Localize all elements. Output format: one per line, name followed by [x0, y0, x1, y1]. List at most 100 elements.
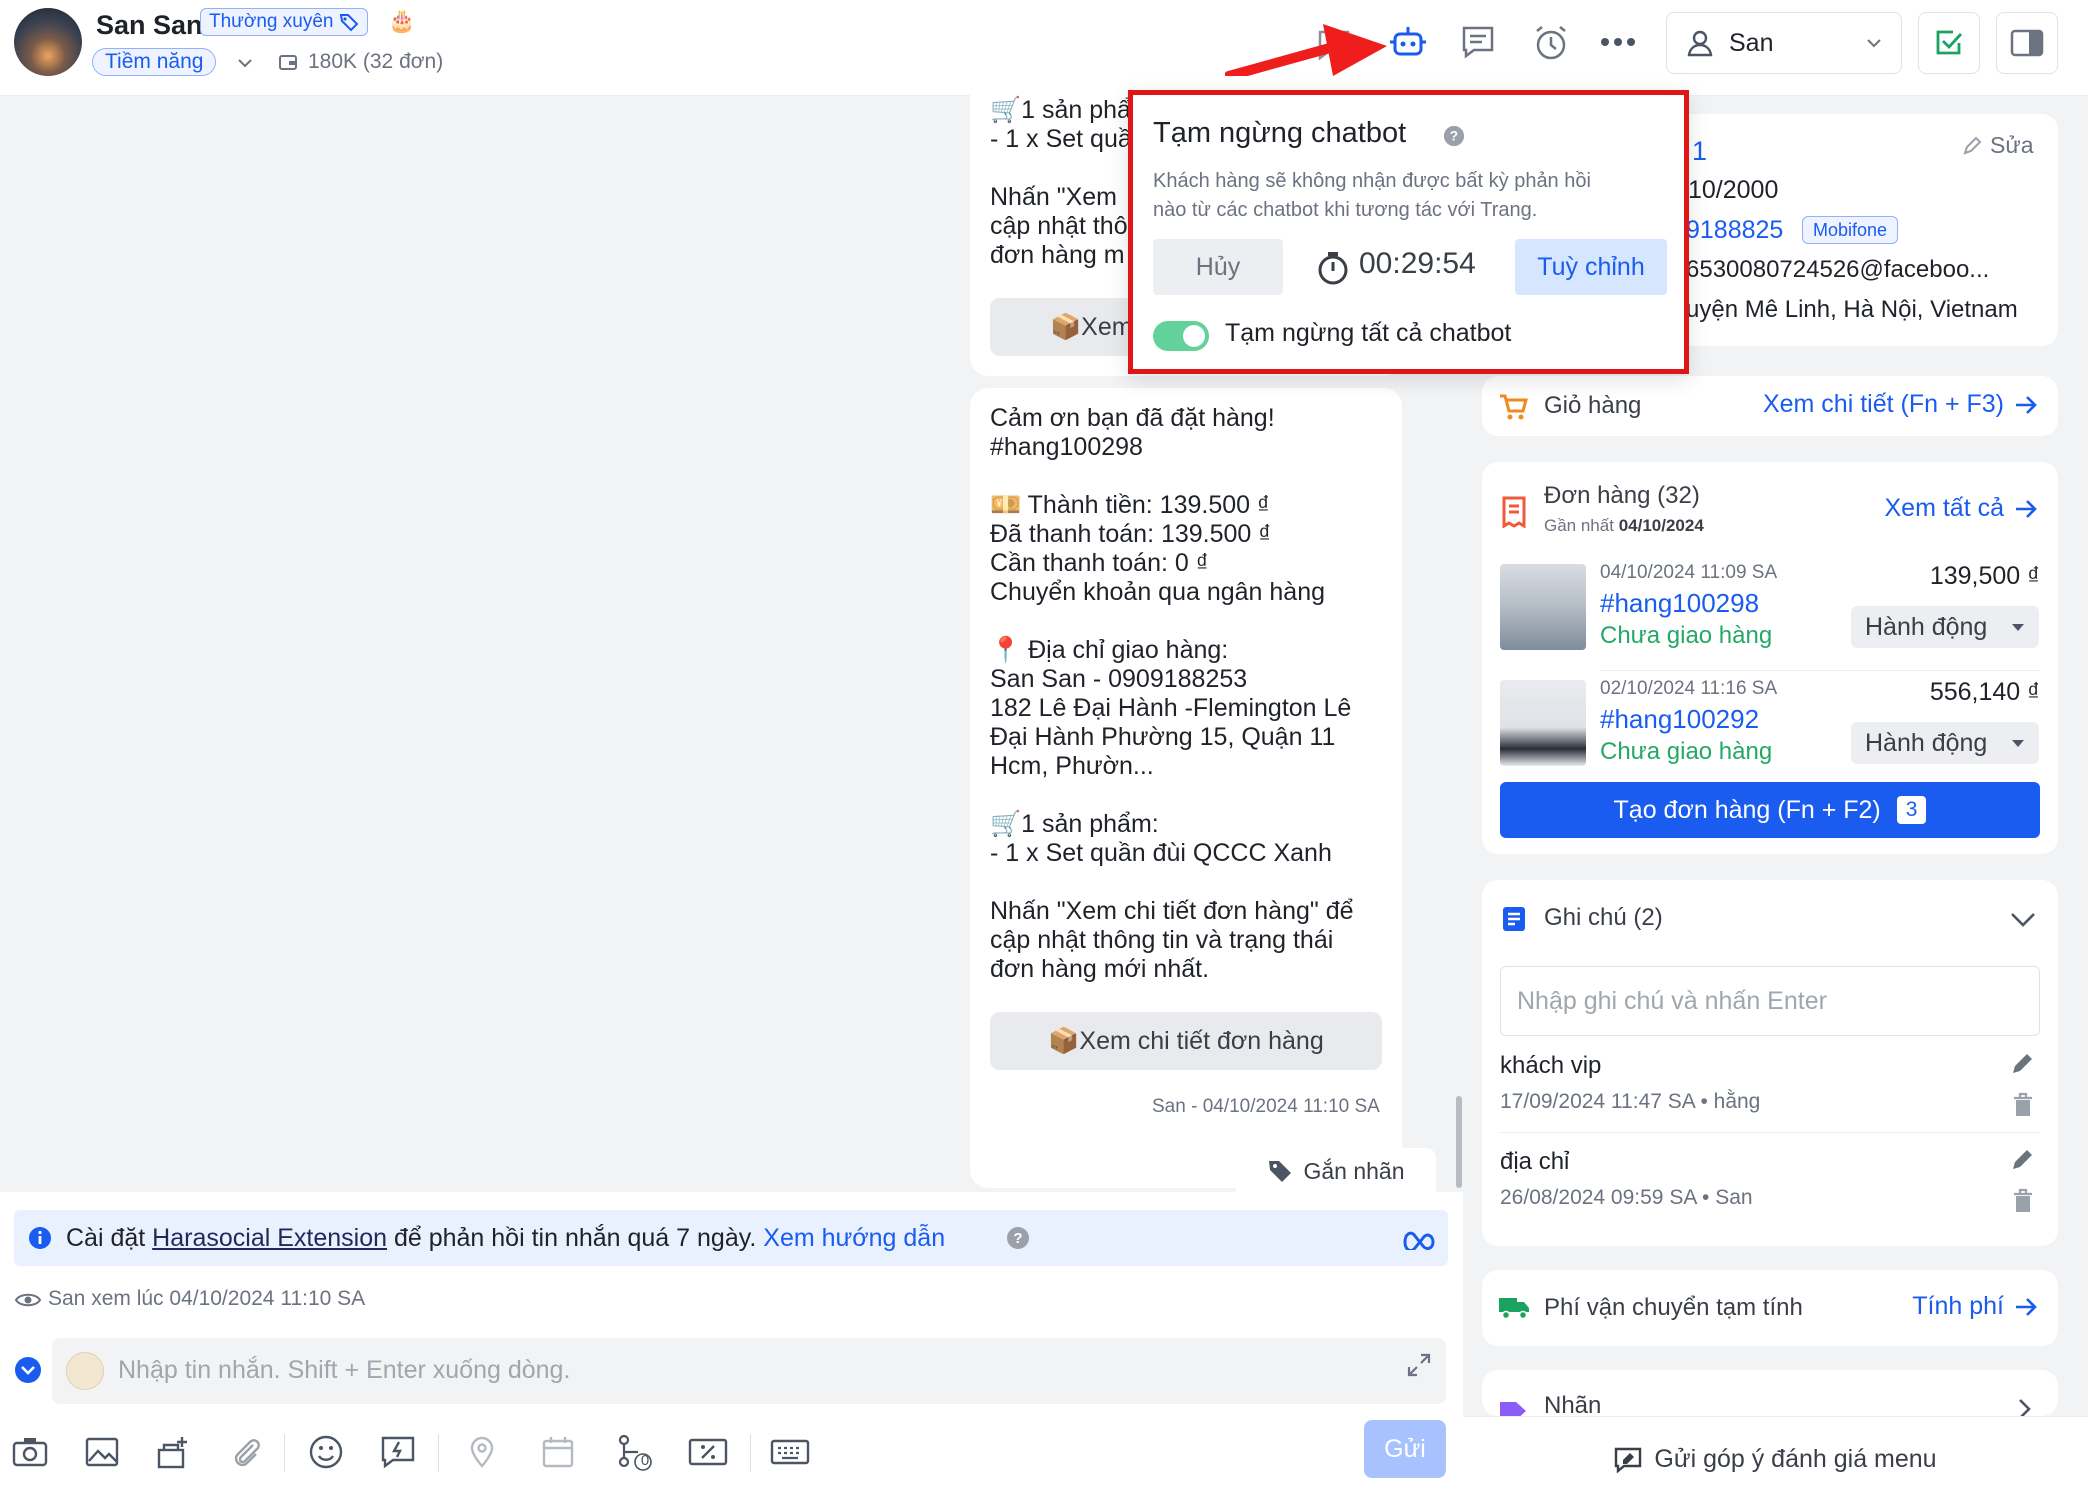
notes-title: Ghi chú (2) [1544, 904, 1663, 931]
cancel-pause-button[interactable]: Hủy [1153, 239, 1283, 295]
trash-icon[interactable] [2012, 1092, 2034, 1118]
view-all-orders-link[interactable]: Xem tất cả [1885, 494, 2039, 523]
potential-tag[interactable]: Tiềm năng [92, 48, 217, 76]
tag-icon [1269, 1161, 1292, 1182]
arrow-right-icon [2016, 499, 2037, 518]
chevron-down-icon[interactable] [2010, 910, 2036, 928]
order-thumbnail [1500, 680, 1586, 766]
note-icon [1503, 907, 1525, 931]
chat-scrollbar[interactable] [1456, 1096, 1462, 1188]
customer-stats: 180K (32 đơn) [308, 50, 444, 73]
customize-button[interactable]: Tuỳ chỉnh [1515, 239, 1667, 295]
pause-chatbot-popup: Tạm ngừng chatbot ? Khách hàng sẽ không … [1128, 90, 1689, 374]
calculate-fee-link[interactable]: Tính phí [1912, 1292, 2038, 1321]
extension-link[interactable]: Harasocial Extension [152, 1224, 387, 1252]
customer-phone[interactable]: 9188825 [1686, 216, 1783, 245]
add-label-button[interactable]: Gắn nhãn [1236, 1148, 1436, 1194]
image-icon[interactable] [82, 1432, 122, 1472]
toggle-panel-button[interactable] [1996, 12, 2058, 74]
money-icon: 💴 [990, 491, 1022, 519]
order-action-label: Hành động [1865, 728, 1988, 757]
create-order-button[interactable]: Tạo đơn hàng (Fn + F2) 3 [1500, 782, 2040, 838]
chevron-down-icon[interactable] [236, 54, 254, 72]
meta-logo-icon [1403, 1231, 1435, 1250]
keyboard-icon[interactable] [770, 1432, 810, 1472]
emoji-icon[interactable] [306, 1432, 346, 1472]
order-status: Chưa giao hàng [1600, 738, 1773, 765]
feedback-button[interactable]: Gửi góp ý đánh giá menu [1463, 1416, 2088, 1502]
product-icon[interactable] [154, 1432, 194, 1472]
order-action-dropdown[interactable]: Hành động [1851, 606, 2039, 648]
note-input[interactable]: Nhập ghi chú và nhấn Enter [1500, 966, 2040, 1036]
user-icon [1687, 30, 1713, 57]
message-placeholder: Nhập tin nhắn. Shift + Enter xuống dòng. [118, 1356, 571, 1384]
pencil-icon[interactable] [2010, 1148, 2034, 1172]
notes-card: Ghi chú (2) Nhập ghi chú và nhấn Enter k… [1482, 880, 2058, 1246]
help-icon[interactable]: ? [1443, 125, 1465, 147]
chatbot-icon[interactable] [1388, 22, 1428, 62]
send-button[interactable]: Gửi [1364, 1420, 1446, 1478]
guide-link[interactable]: Xem hướng dẫn [763, 1224, 945, 1252]
receipt-icon [1502, 496, 1526, 528]
order-code[interactable]: #hang100298 [1600, 588, 1759, 619]
edit-customer-button[interactable]: Sửa [1962, 132, 2034, 159]
pencil-icon[interactable] [2010, 1052, 2034, 1076]
chevron-down-icon [1867, 39, 1881, 48]
order-time: 02/10/2024 11:16 SA [1600, 678, 1778, 699]
trash-icon[interactable] [2012, 1188, 2034, 1214]
cart-detail-link[interactable]: Xem chi tiết (Fn + F3) [1763, 390, 2038, 419]
camera-icon[interactable] [10, 1432, 50, 1472]
order-thumbnail [1500, 564, 1586, 650]
expand-icon[interactable] [1406, 1352, 1432, 1378]
calendar-icon[interactable] [538, 1432, 578, 1472]
message-meta: San - 04/10/2024 11:10 SA [1152, 1096, 1380, 1117]
birthday-cake-icon: 🎂 [388, 8, 416, 33]
paperclip-icon[interactable] [226, 1432, 266, 1472]
feedback-label: Gửi góp ý đánh giá menu [1654, 1445, 1937, 1473]
location-icon[interactable] [462, 1432, 502, 1472]
cart-card: Giỏ hàng Xem chi tiết (Fn + F3) [1482, 376, 2058, 436]
shipping-card: Phí vận chuyển tạm tính Tính phí [1482, 1270, 2058, 1346]
composer-area: Cài đặt Harasocial Extension để phản hồi… [0, 1192, 1463, 1502]
customer-name[interactable]: San San [96, 10, 203, 41]
avatar[interactable] [14, 8, 82, 76]
note-divider [1500, 1132, 2040, 1133]
discount-icon[interactable] [688, 1432, 728, 1472]
frequent-badge-label: Thường xuyên [209, 11, 334, 32]
note-input-placeholder: Nhập ghi chú và nhấn Enter [1517, 986, 1827, 1015]
order-action-dropdown[interactable]: Hành động [1851, 722, 2039, 764]
caret-down-icon [2012, 624, 2024, 631]
info-icon [29, 1227, 51, 1249]
more-options-icon[interactable] [1600, 34, 1636, 50]
help-icon[interactable]: ? [1006, 1226, 1030, 1250]
popup-description: Khách hàng sẽ không nhận được bất kỳ phả… [1153, 170, 1591, 221]
customer-name-value[interactable]: 1 [1692, 136, 1707, 167]
note-message-icon[interactable] [1460, 24, 1496, 60]
toolbar-divider [284, 1434, 285, 1472]
quick-reply-icon[interactable] [378, 1432, 418, 1472]
order-status: Chưa giao hàng [1600, 622, 1773, 649]
popup-title: Tạm ngừng chatbot [1153, 117, 1407, 149]
alarm-clock-icon[interactable] [1532, 24, 1570, 62]
order-confirmation-text: Cảm ơn bạn đã đặt hàng! #hang100298 💴 Th… [990, 404, 1354, 983]
assignee-select[interactable]: San [1666, 12, 1902, 74]
feedback-icon [1615, 1447, 1642, 1473]
cart-detail-link-text: Xem chi tiết (Fn + F3) [1762, 390, 2004, 418]
chevron-right-icon[interactable] [2018, 1398, 2032, 1416]
note-text: khách vip [1500, 1052, 1602, 1079]
order-code[interactable]: #hang100292 [1600, 704, 1759, 735]
message-text: 🛒1 sản phẩ - 1 x Set quầ Nhấn "Xem cập n… [990, 96, 1132, 269]
arrow-right-icon [2016, 1297, 2037, 1316]
order-amount: 139,500 ₫ [1929, 562, 2040, 590]
orders-title: Đơn hàng (32) [1544, 482, 1700, 509]
seen-status: San xem lúc 04/10/2024 11:10 SA [48, 1287, 366, 1310]
chevron-down-circle-icon[interactable] [14, 1356, 42, 1384]
pause-all-toggle[interactable] [1153, 321, 1209, 351]
view-order-detail-button[interactable]: 📦Xem chi tiết đơn hàng [990, 1012, 1382, 1070]
frequent-badge: Thường xuyên [200, 8, 369, 36]
sticker-avatar-icon[interactable] [66, 1352, 104, 1390]
order-time: 04/10/2024 11:09 SA [1600, 562, 1778, 583]
pencil-icon [1963, 136, 1982, 155]
orders-latest: Gần nhất 04/10/2024 [1544, 516, 1704, 535]
mark-done-button[interactable] [1918, 12, 1980, 74]
